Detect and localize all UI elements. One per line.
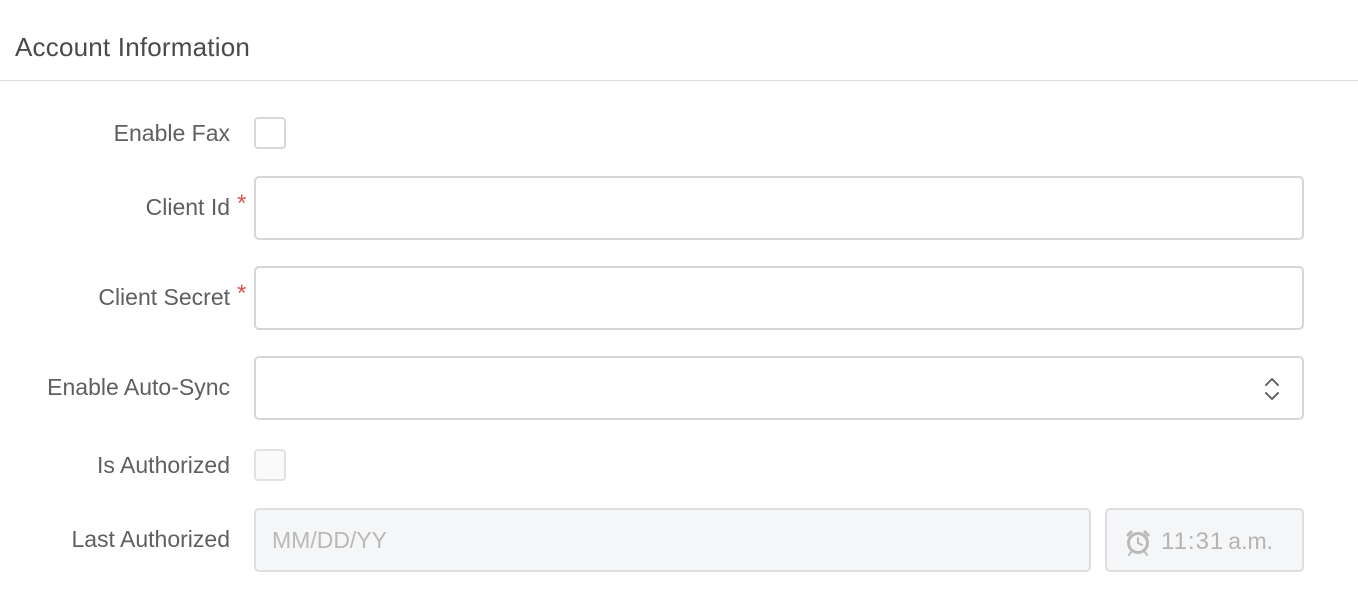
time-suffix: a.m. xyxy=(1228,528,1274,554)
enable-auto-sync-label: Enable Auto-Sync xyxy=(47,374,230,400)
client-id-required-mark: * xyxy=(237,190,247,217)
last-authorized-time-input[interactable]: 11:31 a.m. xyxy=(1105,508,1304,572)
client-secret-input[interactable] xyxy=(254,266,1304,330)
client-id-label: Client Id xyxy=(145,194,230,220)
section-header: Account Information xyxy=(0,0,1358,81)
last-authorized-label: Last Authorized xyxy=(71,526,230,552)
is-authorized-checkbox[interactable] xyxy=(254,449,286,481)
enable-fax-label: Enable Fax xyxy=(113,120,230,146)
client-id-input[interactable] xyxy=(254,176,1304,240)
last-authorized-date-input[interactable] xyxy=(254,508,1091,572)
enable-auto-sync-select[interactable] xyxy=(254,356,1304,420)
client-secret-label: Client Secret xyxy=(98,284,230,310)
enable-fax-checkbox[interactable] xyxy=(254,117,286,149)
time-value: 11:31 xyxy=(1161,528,1225,555)
section-title: Account Information xyxy=(15,32,251,62)
client-secret-required-mark: * xyxy=(237,280,247,307)
time-display: 11:31 a.m. xyxy=(1161,528,1273,556)
chevron-up-down-icon xyxy=(1265,378,1279,400)
is-authorized-label: Is Authorized xyxy=(97,452,230,478)
alarm-clock-icon xyxy=(1126,530,1150,556)
